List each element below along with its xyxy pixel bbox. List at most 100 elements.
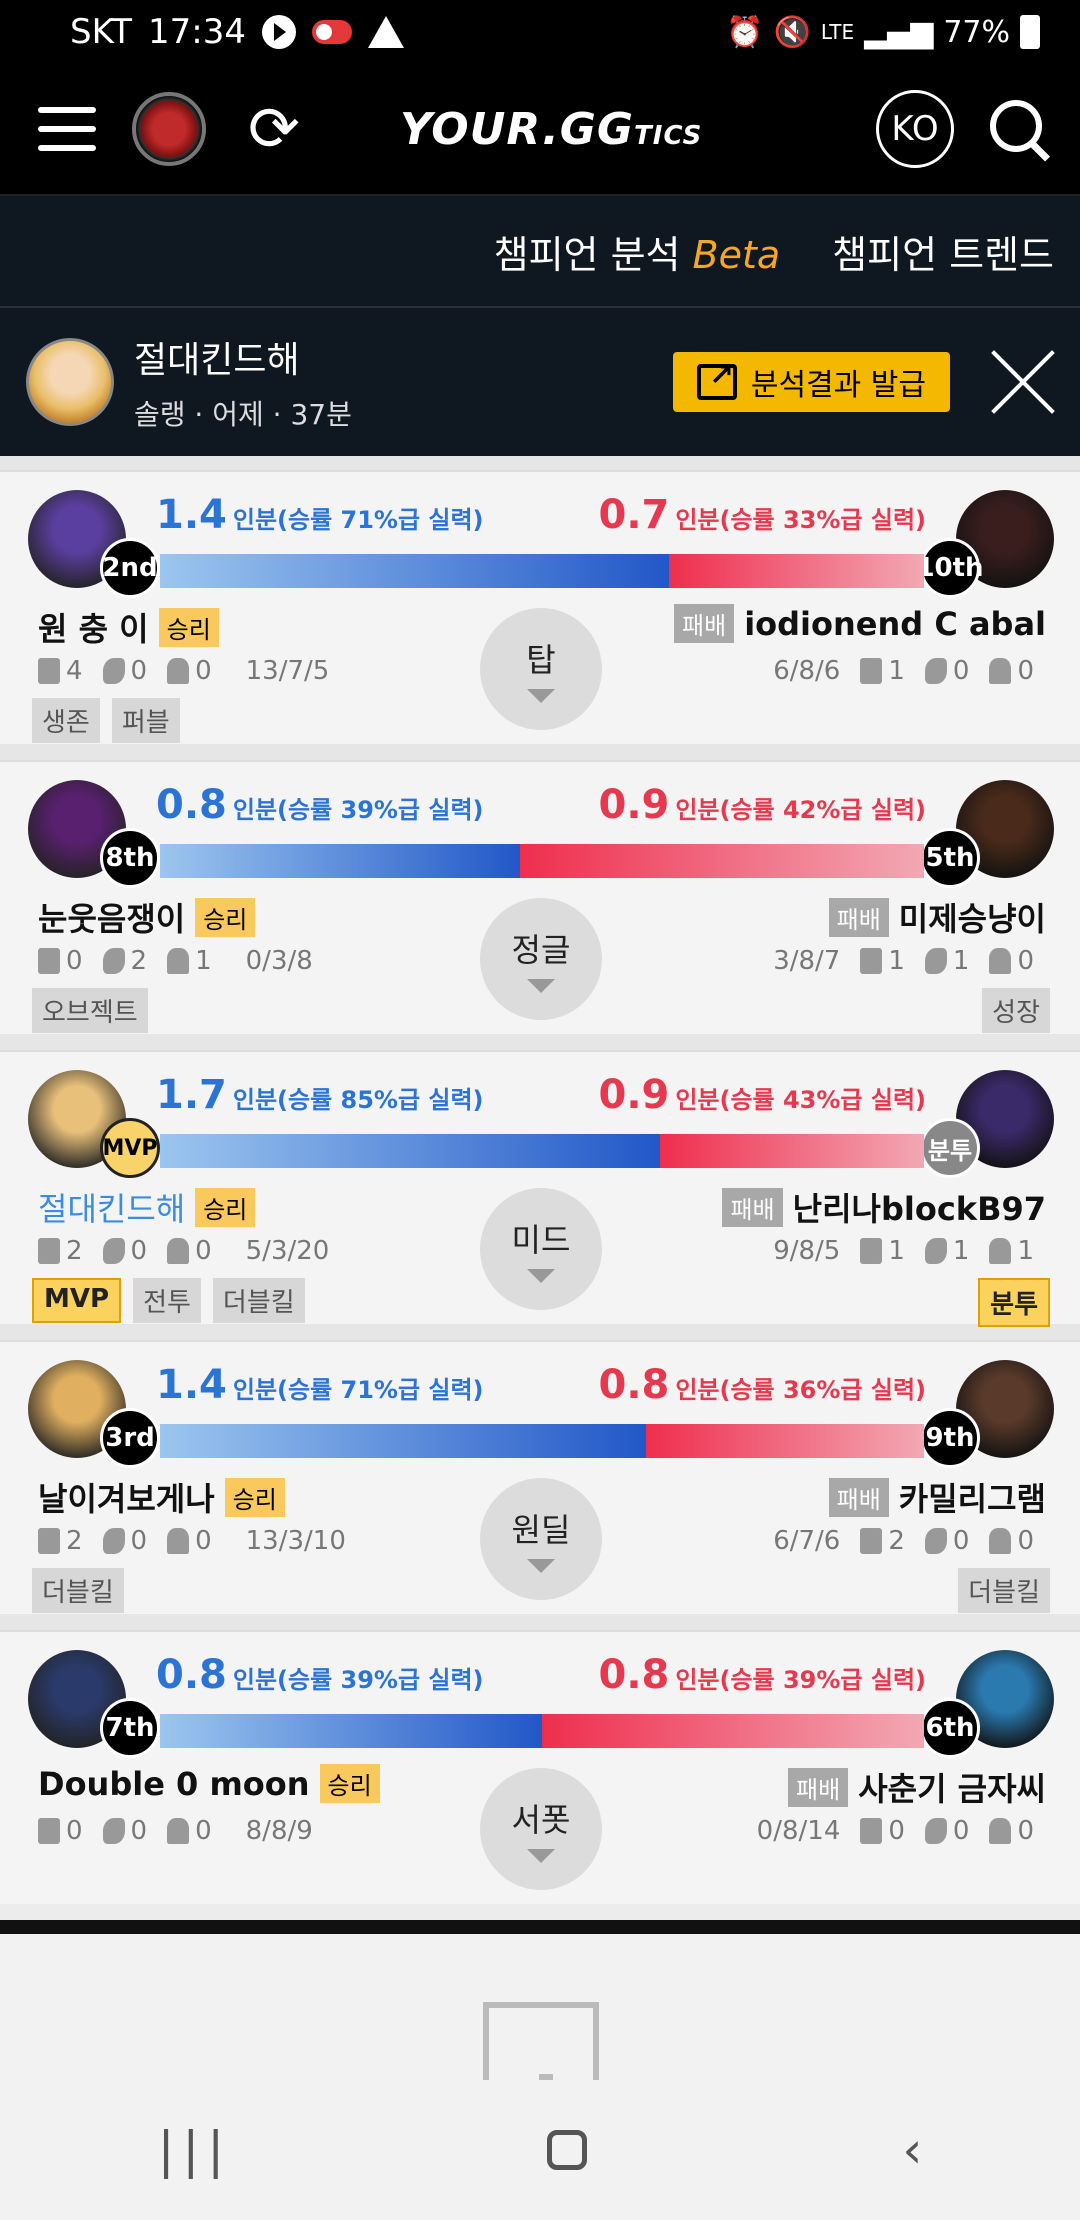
drake-icon [924, 1528, 947, 1554]
close-icon[interactable] [990, 350, 1054, 414]
chevron-down-icon [527, 1559, 555, 1573]
matchup-row[interactable]: 3rd 9th 1.4 인분(승률 71%급 실력) 0.8 인분(승률 36%급 … [0, 1340, 1080, 1614]
red-player-name: 미제승냥이 [898, 900, 1046, 938]
position-label: 탑 [526, 641, 556, 679]
tab-champion-trend[interactable]: 챔피언 트렌드 [832, 224, 1054, 279]
blue-score-desc: 인분(승률 39%급 실력) [232, 1666, 484, 1694]
blue-rank-badge: 7th [100, 1698, 160, 1758]
baron-count: 0 [1017, 1526, 1034, 1556]
share-icon [696, 358, 737, 400]
blue-stats: 2 0 0 13/3/10 [38, 1526, 346, 1556]
baron-icon [167, 658, 190, 684]
position-toggle[interactable]: 서폿 [480, 1768, 602, 1890]
performance-bar [160, 844, 924, 878]
blue-rank-badge: 3rd [100, 1408, 160, 1468]
win-badge: 승리 [224, 1477, 285, 1517]
red-score: 0.8 [598, 1362, 670, 1408]
badge-tag: 오브젝트 [32, 988, 148, 1033]
tower-count: 2 [66, 1526, 83, 1556]
red-player[interactable]: 패배 난리나blockB97 [722, 1184, 1046, 1230]
language-button[interactable]: KO [876, 90, 954, 168]
matchup-row[interactable]: 2nd 10th 1.4 인분(승률 71%급 실력) 0.7 인분(승률 33%급… [0, 470, 1080, 744]
red-player[interactable]: 패배 미제승냥이 [828, 894, 1046, 940]
red-tags: 분투 [978, 1278, 1050, 1327]
red-player[interactable]: 패배 사춘기 금자씨 [788, 1764, 1046, 1810]
drake-icon [924, 1238, 947, 1264]
android-nav-bar: ||| ‹ [0, 2080, 1080, 2220]
baron-count: 1 [1017, 1236, 1034, 1266]
performance-bar [160, 1424, 924, 1458]
chevron-down-icon [527, 689, 555, 703]
home-icon[interactable] [547, 2130, 588, 2170]
tab-champion-analysis[interactable]: 챔피언 분석 Beta [494, 224, 781, 279]
performance-bar [160, 1714, 924, 1748]
tower-count: 1 [888, 656, 905, 686]
blue-stats: 4 0 0 13/7/5 [38, 656, 329, 686]
blue-player-name: 날이겨보게나 [38, 1480, 215, 1518]
tab-analysis-label: 챔피언 분석 [493, 232, 681, 277]
blue-player[interactable]: 눈웃음쟁이 승리 [38, 894, 256, 940]
drake-count: 0 [952, 1816, 970, 1846]
red-player[interactable]: 패배 카밀리그램 [828, 1474, 1046, 1520]
position-toggle[interactable]: 원딜 [480, 1478, 602, 1600]
red-score-desc: 인분(승률 36%급 실력) [675, 1376, 926, 1404]
blue-score: 0.8 [156, 782, 227, 828]
baron-count: 0 [195, 1236, 212, 1266]
warning-icon [368, 16, 404, 48]
baron-count: 0 [195, 1526, 212, 1556]
brand-text: YOUR.GG [399, 103, 635, 155]
battery-icon [1020, 15, 1040, 49]
position-toggle[interactable]: 정글 [480, 898, 602, 1020]
position-toggle[interactable]: 미드 [480, 1188, 602, 1310]
matchup-row[interactable]: MVP 분투 1.7 인분(승률 85%급 실력) 0.9 인분(승률 43%급 실… [0, 1050, 1080, 1327]
chevron-down-icon [527, 1269, 555, 1283]
refresh-icon[interactable]: ⟳ [248, 98, 300, 160]
share-result-button[interactable]: 분석결과 발급 [672, 352, 950, 412]
blue-performance: 1.4 인분(승률 71%급 실력) [156, 492, 484, 538]
blue-player[interactable]: 원 충 이 승리 [38, 604, 219, 650]
red-score-desc: 인분(승률 39%급 실력) [675, 1666, 926, 1694]
menu-icon[interactable] [38, 107, 96, 151]
blue-player[interactable]: 날이겨보게나 승리 [38, 1474, 285, 1520]
app-emblem-icon[interactable] [132, 92, 206, 166]
baron-count: 1 [195, 946, 212, 976]
divider [0, 1920, 1080, 1934]
matchup-row[interactable]: 8th 5th 0.8 인분(승률 39%급 실력) 0.9 인분(승률 42%급 … [0, 760, 1080, 1034]
red-player-name: 사춘기 금자씨 [858, 1770, 1046, 1808]
baron-count: 0 [195, 1816, 212, 1846]
badge-tag: 분투 [978, 1278, 1050, 1327]
position-toggle[interactable]: 탑 [480, 608, 602, 730]
red-bar-fill [646, 1424, 924, 1458]
blue-rank-badge: 8th [100, 828, 160, 888]
drake-icon [102, 1528, 125, 1554]
blue-player[interactable]: Double 0 moon 승리 [38, 1764, 380, 1803]
blue-rank-badge: 2nd [100, 538, 160, 598]
blue-bar-fill [160, 1424, 647, 1458]
baron-count: 0 [195, 656, 212, 686]
lose-badge: 패배 [828, 897, 889, 937]
search-icon[interactable] [988, 98, 1050, 160]
matchup-row[interactable]: 7th 6th 0.8 인분(승률 39%급 실력) 0.8 인분(승률 39%급 … [0, 1630, 1080, 1904]
red-player[interactable]: 패배 iodionend C abal [674, 604, 1046, 643]
performance-bar [160, 554, 924, 588]
red-performance: 0.8 인분(승률 39%급 실력) [598, 1652, 926, 1698]
blue-player[interactable]: 절대킨드해 승리 [38, 1184, 256, 1230]
win-badge: 승리 [195, 897, 256, 937]
position-label: 정글 [511, 931, 571, 969]
blue-score: 0.8 [156, 1652, 227, 1698]
kda: 13/7/5 [245, 656, 330, 686]
drake-icon [102, 948, 125, 974]
kda: 8/8/9 [245, 1816, 313, 1846]
lose-badge: 패배 [674, 604, 735, 643]
tower-count: 1 [888, 1236, 905, 1266]
blue-performance: 1.7 인분(승률 85%급 실력) [156, 1072, 484, 1118]
recent-apps-icon[interactable]: ||| [158, 2121, 233, 2179]
alarm-icon: ⏰ [726, 14, 764, 50]
back-icon[interactable]: ‹ [902, 2121, 922, 2179]
badge-tag: 더블킬 [212, 1278, 305, 1323]
signal-icon: ▂▄▆ [864, 14, 934, 50]
sub-nav: 챔피언 분석 Beta 챔피언 트렌드 [0, 194, 1080, 306]
badge-tag: 더블킬 [32, 1568, 124, 1613]
blue-tags: 오브젝트 [32, 988, 148, 1033]
brand-logo[interactable]: YOUR.GGTICS [400, 104, 702, 155]
